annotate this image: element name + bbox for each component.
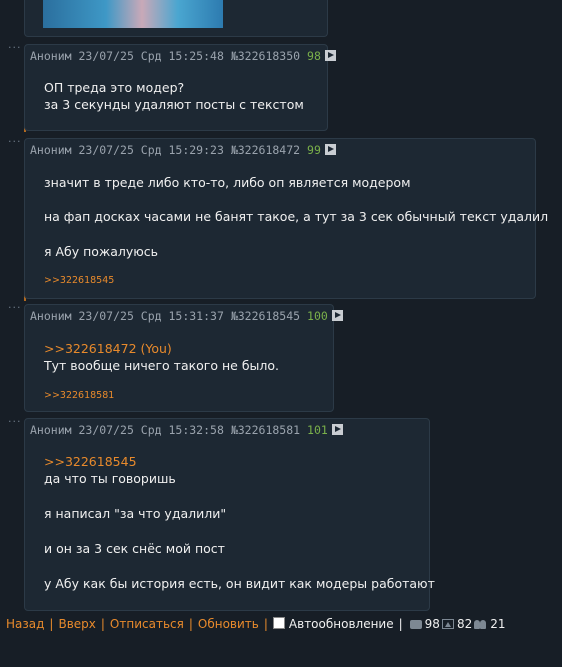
post: Аноним 23/07/25 Срд 15:31:37 №322618545 … bbox=[24, 304, 343, 412]
post-index: 99 bbox=[307, 143, 321, 157]
post-menu-dots-icon[interactable]: ··· bbox=[8, 42, 22, 53]
post-body: >>322618472 (You) Тут вообще ничего тако… bbox=[44, 340, 279, 374]
unsubscribe-link[interactable]: Отписаться bbox=[110, 617, 184, 631]
post-text-line: ОП треда это модер? bbox=[44, 80, 185, 95]
post-number[interactable]: №322618472 bbox=[231, 143, 300, 157]
post-menu-dots-icon[interactable]: ··· bbox=[8, 416, 22, 427]
post-text-line: да что ты говоришь bbox=[44, 471, 176, 486]
post: Аноним 23/07/25 Срд 15:29:23 №322618472 … bbox=[24, 138, 548, 299]
post-menu-play-icon[interactable] bbox=[324, 144, 336, 155]
posts-count: 98 bbox=[424, 617, 440, 631]
up-link[interactable]: Вверх bbox=[58, 617, 95, 631]
images-count-icon bbox=[441, 619, 454, 629]
post-text-line: у Абу как бы история есть, он видит как … bbox=[44, 576, 435, 591]
images-count: 82 bbox=[456, 617, 473, 631]
post-datetime: 23/07/25 Срд 15:32:58 bbox=[78, 423, 224, 437]
post-header: Аноним 23/07/25 Срд 15:25:48 №322618350 … bbox=[30, 49, 336, 63]
post-body: >>322618545 да что ты говоришь я написал… bbox=[44, 453, 435, 592]
autoupdate-checkbox[interactable] bbox=[272, 617, 285, 629]
post-header: Аноним 23/07/25 Срд 15:31:37 №322618545 … bbox=[30, 309, 343, 323]
post-text-line: я написал "за что удалили" bbox=[44, 506, 227, 521]
post-menu-play-icon[interactable] bbox=[324, 50, 336, 61]
post-author: Аноним bbox=[30, 309, 72, 323]
post-datetime: 23/07/25 Срд 15:31:37 bbox=[78, 309, 224, 323]
post-number[interactable]: №322618350 bbox=[231, 49, 300, 63]
autoupdate-label: Автообновление bbox=[288, 617, 394, 631]
post-text-line: и он за 3 сек снёс мой пост bbox=[44, 541, 225, 556]
users-count-icon bbox=[474, 619, 487, 629]
post-header: Аноним 23/07/25 Срд 15:29:23 №322618472 … bbox=[30, 143, 336, 157]
quote-link[interactable]: >>322618545 bbox=[44, 453, 435, 470]
post-header: Аноним 23/07/25 Срд 15:32:58 №322618581 … bbox=[30, 423, 343, 437]
thread-footer: Назад | Вверх | Отписаться | Обновить | Автообно… bbox=[6, 617, 506, 631]
post-body: значит в треде либо кто-то, либо оп явля… bbox=[44, 174, 548, 260]
post-body: ОП треда это модер? за 3 секунды удаляют… bbox=[44, 79, 304, 113]
post-menu-dots-icon[interactable]: ··· bbox=[8, 136, 22, 147]
post: Аноним 23/07/25 Срд 15:32:58 №322618581 … bbox=[24, 418, 435, 611]
post-index: 101 bbox=[307, 423, 328, 437]
post-author: Аноним bbox=[30, 49, 72, 63]
refresh-link[interactable]: Обновить bbox=[198, 617, 259, 631]
post: Аноним 23/07/25 Срд 15:25:48 №322618350 … bbox=[24, 44, 336, 131]
post-menu-dots-icon[interactable]: ··· bbox=[8, 302, 22, 313]
post-datetime: 23/07/25 Срд 15:29:23 bbox=[78, 143, 224, 157]
post-index: 100 bbox=[307, 309, 328, 323]
quote-link[interactable]: >>322618472 (You) bbox=[44, 340, 279, 357]
post-text-line: значит в треде либо кто-то, либо оп явля… bbox=[44, 175, 411, 190]
post-datetime: 23/07/25 Срд 15:25:48 bbox=[78, 49, 224, 63]
posts-count-icon bbox=[409, 620, 422, 629]
post-number[interactable]: №322618545 bbox=[231, 309, 300, 323]
post-text-line: Тут вообще ничего такого не было. bbox=[44, 358, 280, 373]
reply-link[interactable]: >>322618545 bbox=[44, 275, 114, 286]
post-text-line: за 3 секунды удаляют посты с текстом bbox=[44, 97, 304, 112]
post-menu-play-icon[interactable] bbox=[331, 424, 343, 435]
back-link[interactable]: Назад bbox=[6, 617, 44, 631]
post-text-line: на фап досках часами не банят такое, а т… bbox=[44, 209, 549, 224]
post-author: Аноним bbox=[30, 143, 72, 157]
users-count: 21 bbox=[490, 617, 506, 631]
post-image-thumbnail[interactable] bbox=[43, 0, 223, 28]
reply-link[interactable]: >>322618581 bbox=[44, 390, 114, 401]
post-text-line: я Абу пожалуюсь bbox=[44, 244, 159, 259]
post-number[interactable]: №322618581 bbox=[231, 423, 300, 437]
previous-post bbox=[24, 0, 328, 37]
post-menu-play-icon[interactable] bbox=[331, 310, 343, 321]
post-index: 98 bbox=[307, 49, 321, 63]
post-author: Аноним bbox=[30, 423, 72, 437]
